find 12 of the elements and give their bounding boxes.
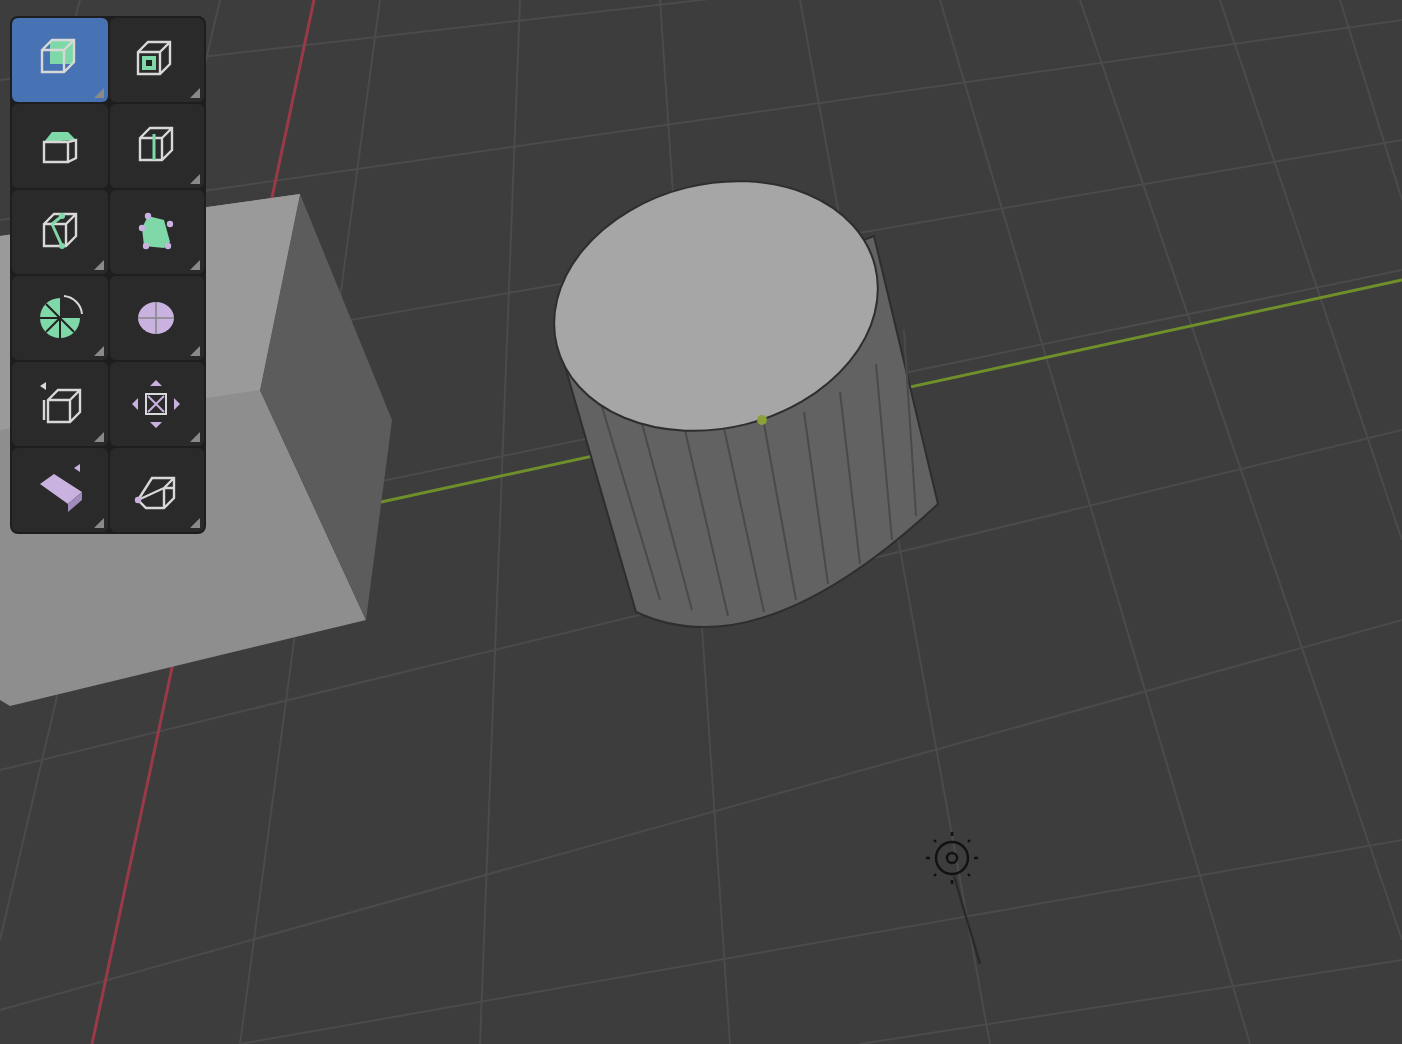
tool-button[interactable]	[109, 276, 204, 360]
tool-button[interactable]	[109, 448, 204, 532]
tool-button[interactable]	[109, 190, 204, 274]
tool-button[interactable]	[12, 362, 107, 446]
tool-button[interactable]	[12, 190, 107, 274]
tool-button[interactable]	[12, 448, 107, 532]
tool-button[interactable]	[12, 104, 107, 188]
tool-button[interactable]	[109, 18, 204, 102]
tool-button[interactable]	[109, 104, 204, 188]
tool-button[interactable]	[12, 276, 107, 360]
light-icon	[924, 830, 982, 965]
tool-button[interactable]	[109, 362, 204, 446]
